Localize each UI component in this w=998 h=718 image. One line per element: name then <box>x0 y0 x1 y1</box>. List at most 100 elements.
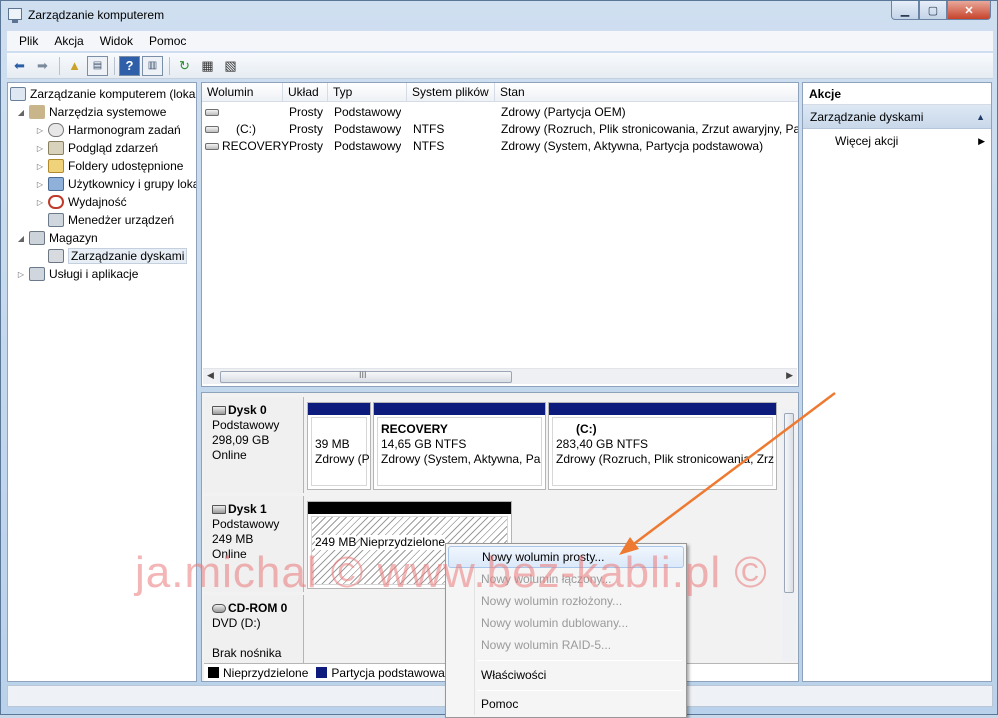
partition-status: Nieprzydzielone <box>359 535 446 550</box>
tree-item-label: Zarządzanie komputerem (lokalny) <box>30 87 197 101</box>
column-type[interactable]: Typ <box>328 83 407 102</box>
volume-icon <box>205 143 219 151</box>
expand-arrow-icon[interactable]: ▷ <box>35 162 45 171</box>
volume-list: Wolumin Układ Typ System plików Stan Pro… <box>201 82 799 387</box>
column-status[interactable]: Stan <box>495 83 798 102</box>
tree-item-device-manager[interactable]: Menedżer urządzeń <box>48 211 174 229</box>
collapse-arrow-icon[interactable]: ◢ <box>16 234 26 243</box>
table-row[interactable]: (C:) Prosty Podstawowy NTFS Zdrowy (Rozr… <box>202 121 798 138</box>
navigation-tree: Zarządzanie komputerem (lokalny) ◢ Narzę… <box>7 82 197 682</box>
partition-title: RECOVERY <box>381 422 448 436</box>
forward-arrow-icon[interactable]: ➡ <box>32 56 53 76</box>
show-hide-action-pane-icon[interactable]: ▥ <box>142 55 163 76</box>
back-arrow-icon[interactable]: ⬅ <box>9 56 30 76</box>
disk-1-label[interactable]: Dysk 1 Podstawowy 249 MB Online <box>204 496 304 592</box>
partition-recovery[interactable]: RECOVERY 14,65 GB NTFS Zdrowy (System, A… <box>373 402 546 490</box>
minimize-button[interactable]: ▁ <box>891 1 919 20</box>
filesystem-cell: NTFS <box>413 122 445 136</box>
menu-separator <box>477 690 682 691</box>
disk-kind: Podstawowy <box>212 418 280 432</box>
partition-oem[interactable]: 39 MB Zdrowy (P <box>307 402 371 490</box>
computer-management-icon <box>10 87 26 101</box>
menu-item-new-simple-volume[interactable]: Nowy wolumin prosty... <box>448 546 684 568</box>
tree-item-label: Menedżer urządzeń <box>68 213 175 227</box>
tree-item-label: Wydajność <box>68 195 127 209</box>
more-actions-item[interactable]: Więcej akcji ▶ <box>803 129 991 153</box>
title-bar[interactable]: Zarządzanie komputerem ▁ ▢ ✕ <box>1 1 997 29</box>
computer-management-icon <box>8 8 22 23</box>
column-volume[interactable]: Wolumin <box>202 83 283 102</box>
expand-arrow-icon[interactable]: ▷ <box>35 126 45 135</box>
partition-body: 39 MB Zdrowy (P <box>311 417 370 486</box>
layout-cell: Prosty <box>289 139 324 153</box>
partition-title <box>315 422 366 437</box>
menu-file[interactable]: Plik <box>11 34 46 48</box>
status-cell: Zdrowy (System, Aktywna, Partycja podsta… <box>501 139 764 153</box>
tree-item-event-viewer[interactable]: ▷ Podgląd zdarzeń <box>35 139 158 157</box>
expand-arrow-icon[interactable]: ▷ <box>35 180 45 189</box>
properties-icon[interactable]: ▦ <box>197 56 218 76</box>
tree-item-services[interactable]: ▷ Usługi i aplikacje <box>16 265 138 283</box>
maximize-icon: ▢ <box>927 4 939 17</box>
tree-item-users-groups[interactable]: ▷ Użytkownicy i grupy lokalne <box>35 175 196 193</box>
tree-item-disk-management[interactable]: Zarządzanie dyskami <box>48 247 188 265</box>
maximize-button[interactable]: ▢ <box>919 1 947 20</box>
tree-item-label: Magazyn <box>49 231 98 245</box>
column-layout[interactable]: Układ <box>283 83 328 102</box>
scroll-left-arrow-icon[interactable]: ◀ <box>207 370 214 381</box>
collapse-arrow-icon[interactable]: ◢ <box>16 108 26 117</box>
clock-icon <box>48 123 64 137</box>
tree-item-root[interactable]: Zarządzanie komputerem (lokalny) <box>10 85 197 103</box>
show-hide-tree-icon[interactable]: ▤ <box>87 55 108 76</box>
table-row[interactable]: RECOVERY Prosty Podstawowy NTFS Zdrowy (… <box>202 138 798 155</box>
scrollbar-thumb[interactable] <box>784 413 794 593</box>
tree-item-label: Foldery udostępnione <box>68 159 184 173</box>
close-icon: ✕ <box>964 4 974 17</box>
filesystem-cell: NTFS <box>413 139 445 153</box>
tree-item-label: Zarządzanie dyskami <box>68 248 188 264</box>
disk-0-label[interactable]: Dysk 0 Podstawowy 298,09 GB Online <box>204 397 304 493</box>
column-filesystem[interactable]: System plików <box>407 83 495 102</box>
device-manager-icon <box>48 213 64 227</box>
cdrom-0-label[interactable]: CD-ROM 0 DVD (D:) Brak nośnika <box>204 595 304 665</box>
expand-arrow-icon[interactable]: ▷ <box>35 144 45 153</box>
partition-c[interactable]: (C:) 283,40 GB NTFS Zdrowy (Rozruch, Pli… <box>548 402 777 490</box>
menu-bar: Plik Akcja Widok Pomoc <box>7 31 993 51</box>
tree-item-performance[interactable]: ▷ Wydajność <box>35 193 127 211</box>
disk-name: Dysk 0 <box>228 403 267 417</box>
partition-status: Zdrowy (System, Aktywna, Pa <box>381 452 541 466</box>
help-icon[interactable]: ? <box>119 55 140 76</box>
menu-action[interactable]: Akcja <box>46 34 91 48</box>
menu-item-help[interactable]: Pomoc <box>448 693 684 715</box>
volume-icon <box>205 126 219 134</box>
menu-item-new-spanned-volume: Nowy wolumin łączony... <box>481 572 612 586</box>
menu-item-new-raid5-volume: Nowy wolumin RAID-5... <box>481 638 612 652</box>
submenu-arrow-icon: ▶ <box>978 136 985 146</box>
expand-arrow-icon[interactable]: ▷ <box>16 270 26 279</box>
refresh-icon[interactable]: ↻ <box>174 56 195 76</box>
menu-item-properties[interactable]: Właściwości <box>448 664 684 686</box>
horizontal-scrollbar[interactable]: ◀ III ▶ <box>203 368 797 384</box>
table-row[interactable]: Prosty Podstawowy Zdrowy (Partycja OEM) <box>202 104 798 121</box>
tree-item-system-tools[interactable]: ◢ Narzędzia systemowe <box>16 103 166 121</box>
actions-header: Akcje <box>803 83 991 105</box>
settings-list-icon[interactable]: ▧ <box>220 56 241 76</box>
menu-help[interactable]: Pomoc <box>141 34 194 48</box>
menu-view[interactable]: Widok <box>92 34 141 48</box>
up-folder-icon[interactable]: ▲ <box>64 56 85 76</box>
scrollbar-thumb[interactable]: III <box>220 370 512 383</box>
expand-arrow-icon[interactable]: ▷ <box>35 198 45 207</box>
tree-item-task-scheduler[interactable]: ▷ Harmonogram zadań <box>35 121 181 139</box>
tree-item-storage[interactable]: ◢ Magazyn <box>16 229 98 247</box>
type-cell: Podstawowy <box>334 122 402 136</box>
toolbar-separator <box>114 56 115 75</box>
scroll-right-arrow-icon[interactable]: ▶ <box>786 370 793 381</box>
tree-item-shared-folders[interactable]: ▷ Foldery udostępnione <box>35 157 183 175</box>
collapse-up-icon[interactable]: ▲ <box>976 105 985 129</box>
disk-state: Online <box>212 547 247 561</box>
actions-section-disk-management[interactable]: Zarządzanie dyskami ▲ <box>803 105 991 129</box>
vertical-scrollbar[interactable] <box>782 409 796 661</box>
volume-cell <box>205 105 222 119</box>
close-button[interactable]: ✕ <box>947 1 991 20</box>
status-cell: Zdrowy (Partycja OEM) <box>501 105 626 119</box>
